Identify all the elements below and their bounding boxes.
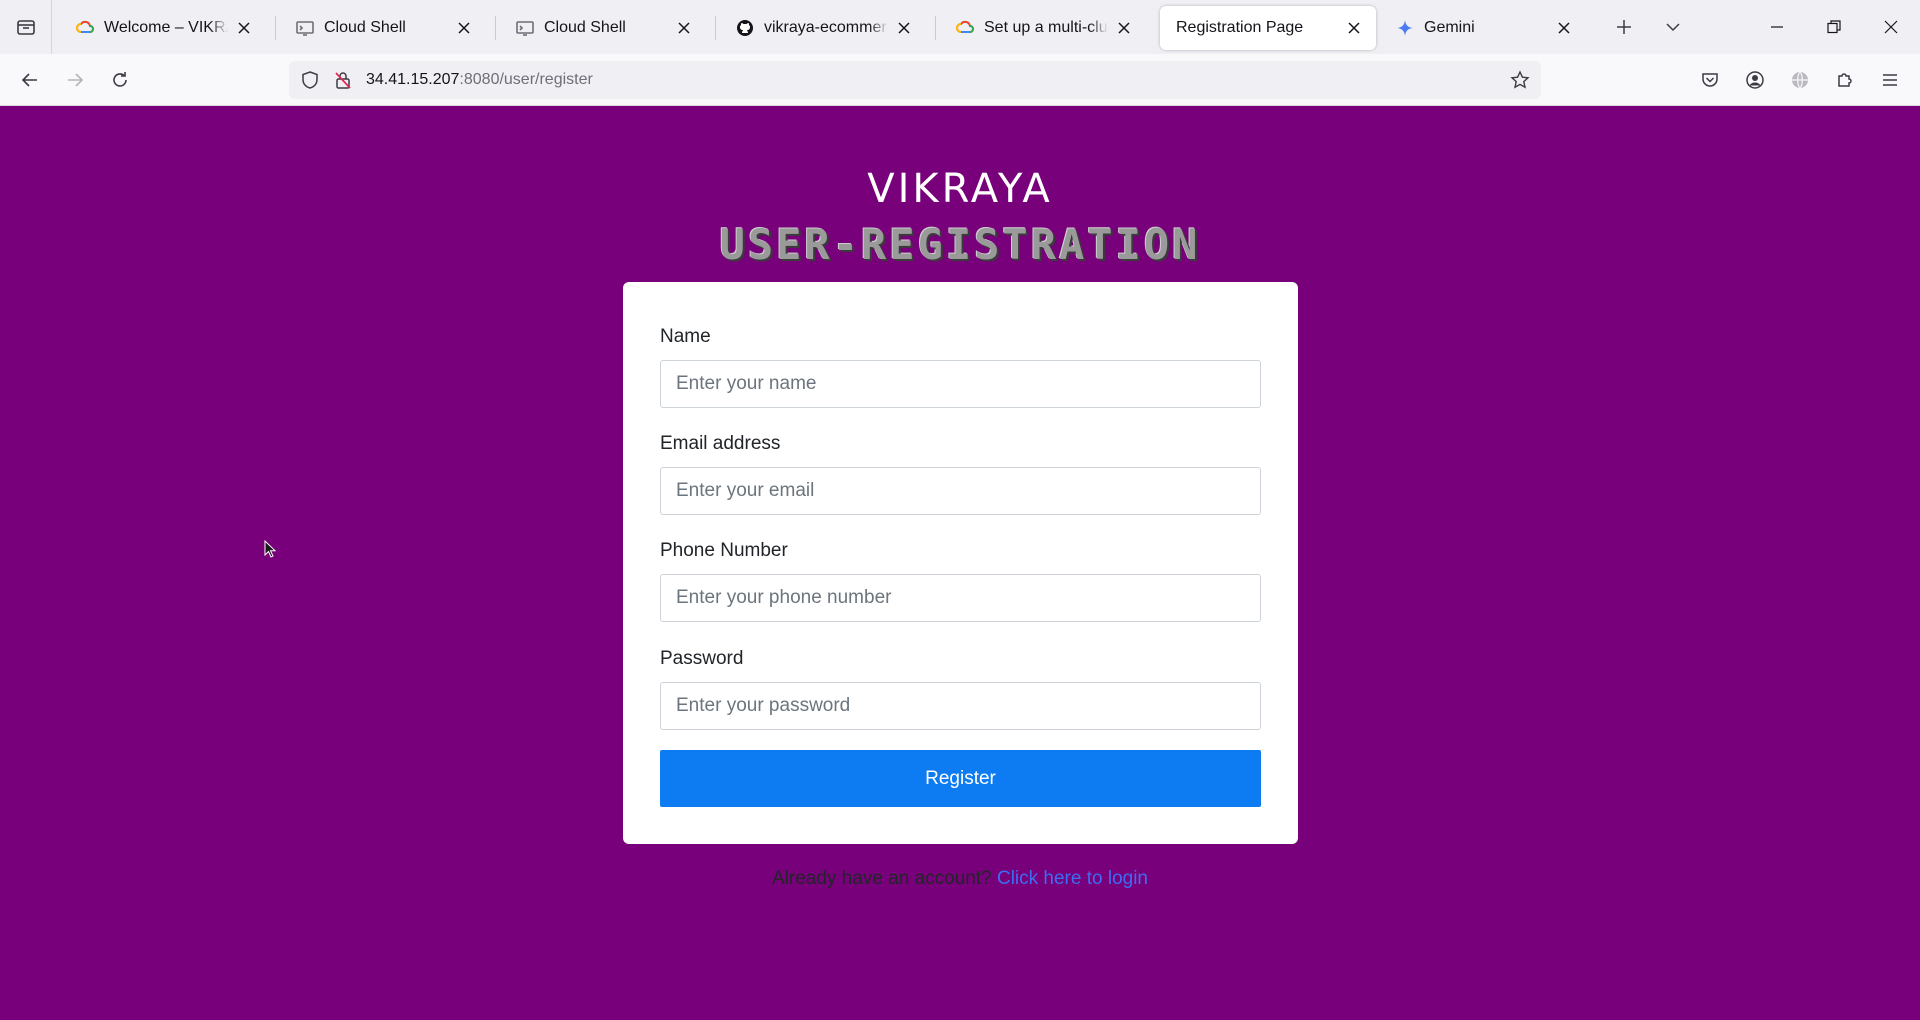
arrow-right-icon [68,73,84,87]
back-button[interactable] [14,64,46,96]
login-prompt-text: Already have an account? [771,868,992,889]
hamburger-menu-icon [1883,74,1897,86]
close-tab-icon[interactable] [1344,18,1364,38]
account-icon [1746,71,1764,89]
puzzle-icon [1838,73,1852,87]
plus-icon [1617,20,1631,34]
tab-title: Set up a multi-cluster I [984,19,1108,36]
chevron-down-icon [1666,23,1680,32]
tab-multi-cluster[interactable]: Set up a multi-cluster I [940,6,1146,50]
close-tab-icon[interactable] [894,18,914,38]
restore-window-button[interactable] [1811,0,1857,54]
close-icon [1884,20,1898,34]
close-tab-icon[interactable] [674,18,694,38]
url-host: 34.41.15.207 [366,71,460,88]
tab-cloud-shell-2[interactable]: Cloud Shell [500,6,706,50]
register-button[interactable]: Register [660,750,1261,807]
tab-title: Gemini [1424,19,1475,36]
github-icon [736,19,754,37]
google-cloud-icon [76,19,94,37]
tab-welcome[interactable]: Welcome – VIKRAYA-D [60,6,266,50]
tab-separator [275,16,276,40]
close-window-button[interactable] [1868,0,1914,54]
tab-github[interactable]: vikraya-ecommerce/se [720,6,926,50]
name-input[interactable] [660,360,1261,408]
password-label: Password [660,648,744,669]
cloud-shell-icon [516,19,534,37]
tab-separator [935,16,936,40]
email-input[interactable] [660,467,1261,515]
minimize-icon [1771,26,1783,28]
tab-separator [495,16,496,40]
app-menu-button[interactable] [1874,64,1906,96]
mouse-cursor-icon [264,539,277,563]
registration-form-card: Name Email address Phone Number Password… [623,282,1298,844]
account-button[interactable] [1739,64,1771,96]
page-title: USER-REGISTRATION [719,220,1201,269]
google-cloud-icon [956,19,974,37]
address-bar[interactable]: 34.41.15.207:8080/user/register [289,61,1541,99]
login-link[interactable]: Click here to login [997,868,1148,889]
bookmark-star-icon[interactable] [1510,70,1530,95]
tab-title: Registration Page [1176,19,1304,36]
url-path: :8080/user/register [459,71,593,88]
phone-label: Phone Number [660,540,788,561]
cloud-shell-icon [296,19,314,37]
name-label: Name [660,326,711,347]
tab-bar: Welcome – VIKRAYA-D Cloud Shell Cloud Sh… [0,0,1920,54]
globe-icon [1792,71,1808,89]
tab-registration-page[interactable]: Registration Page [1160,6,1376,50]
tab-overflow-button[interactable] [1650,0,1696,54]
phone-input[interactable] [660,574,1261,622]
arrow-left-icon [21,73,37,87]
close-tab-icon[interactable] [1114,18,1134,38]
close-tab-icon[interactable] [454,18,474,38]
pocket-button[interactable] [1694,64,1726,96]
login-prompt-line: Already have an account? Click here to l… [0,868,1920,890]
email-label: Email address [660,433,781,454]
list-all-tabs-button[interactable] [0,0,52,54]
restore-icon [1827,20,1841,34]
reload-button[interactable] [104,64,136,96]
tab-title: vikraya-ecommerce/se [764,19,888,36]
tracking-protection-shield-icon[interactable] [300,70,320,95]
tab-title: Cloud Shell [544,19,626,36]
brand-title: VIKRAYA [867,166,1053,212]
extension-globe-button[interactable] [1784,64,1816,96]
tab-separator [715,16,716,40]
extensions-button[interactable] [1829,64,1861,96]
url-text[interactable]: 34.41.15.207:8080/user/register [366,71,593,89]
gemini-icon [1396,19,1414,37]
forward-button[interactable] [59,64,91,96]
tab-list-icon [16,20,35,35]
navigation-toolbar: 34.41.15.207:8080/user/register [0,54,1920,106]
tab-title: Cloud Shell [324,19,406,36]
tab-gemini[interactable]: Gemini [1380,6,1586,50]
password-input[interactable] [660,682,1261,730]
new-tab-button[interactable] [1601,0,1647,54]
minimize-window-button[interactable] [1754,0,1800,54]
pocket-icon [1702,73,1718,87]
close-tab-icon[interactable] [1554,18,1574,38]
tab-cloud-shell-1[interactable]: Cloud Shell [280,6,486,50]
close-tab-icon[interactable] [234,18,254,38]
tab-title: Welcome – VIKRAYA-D [104,19,228,36]
reload-icon [113,72,127,87]
insecure-lock-icon[interactable] [333,70,353,95]
